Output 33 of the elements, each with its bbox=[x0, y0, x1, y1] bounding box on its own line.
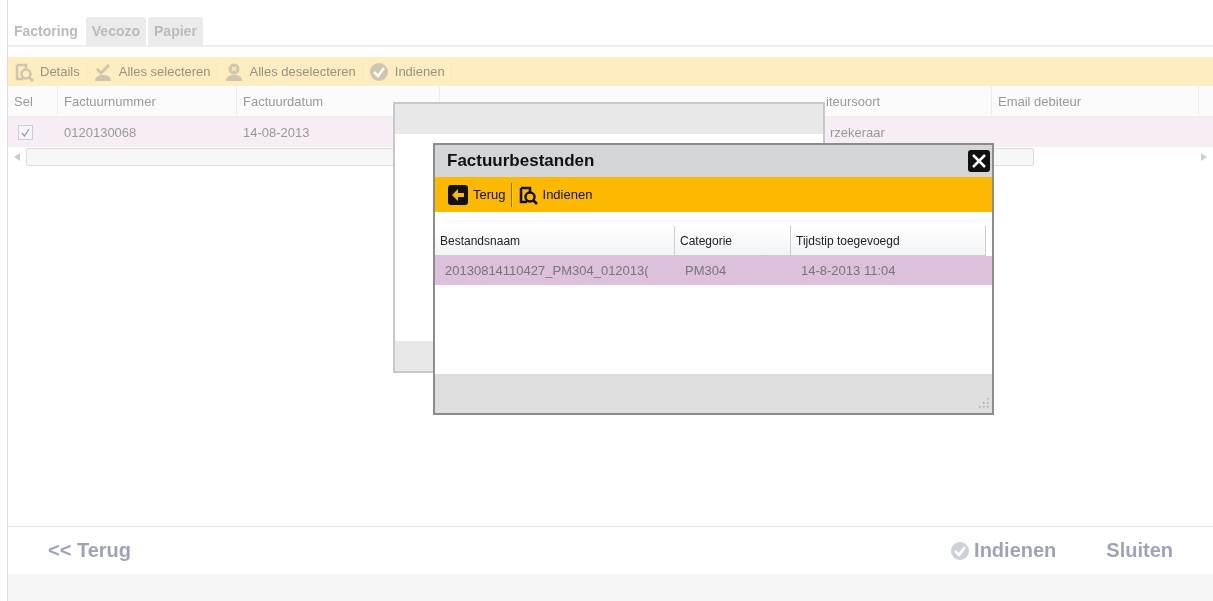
toolbar-button[interactable]: Details bbox=[8, 61, 87, 82]
column-header: Email debiteur bbox=[992, 86, 1199, 116]
magnifier-document-icon bbox=[14, 61, 34, 82]
column-header: Tijdstip toegevoegd bbox=[791, 226, 986, 256]
toolbar-button[interactable]: Indienen bbox=[362, 61, 452, 82]
column-header: Bestandsnaam bbox=[435, 226, 675, 256]
check-icon bbox=[950, 540, 971, 561]
column-header: Sel bbox=[8, 86, 58, 116]
close-button[interactable] bbox=[968, 150, 990, 172]
user-remove-icon bbox=[223, 61, 244, 82]
back-button[interactable]: << Terug bbox=[48, 539, 131, 562]
table-row[interactable]: 20130814110427_PM304_012013( PM304 14-8-2013 11:04 bbox=[435, 256, 992, 285]
table-cell-text: PM304 bbox=[684, 263, 728, 278]
user-check-icon bbox=[92, 61, 113, 82]
scroll-left-icon[interactable] bbox=[14, 153, 20, 161]
column-header: Factuurnummer bbox=[58, 86, 237, 116]
toolbar-button[interactable]: Indienen bbox=[512, 184, 598, 205]
magnifier-document-icon bbox=[517, 184, 538, 205]
dialog-title: Factuurbestanden bbox=[447, 151, 595, 171]
table-cell-text: 14-08-2013 bbox=[242, 124, 311, 140]
table-cell-text: 14-8-2013 11:04 bbox=[800, 263, 897, 278]
checkbox[interactable] bbox=[18, 124, 33, 140]
table-cell-text: 0120130068 bbox=[63, 124, 138, 140]
toolbar-button[interactable]: Alles selecteren bbox=[86, 61, 218, 82]
table-cell-text: rzekeraar bbox=[829, 124, 886, 140]
toolbar-button[interactable]: Terug bbox=[443, 184, 511, 205]
table-cell-text: 20130814110427_PM304_012013( bbox=[444, 263, 650, 278]
column-header: Categorie bbox=[675, 226, 791, 256]
toolbar-button[interactable]: Alles deselecteren bbox=[217, 61, 363, 82]
close-button[interactable]: Sluiten bbox=[1106, 539, 1173, 562]
scroll-right-icon[interactable] bbox=[1201, 153, 1207, 161]
check-icon bbox=[368, 61, 389, 82]
submit-button[interactable]: Indienen bbox=[950, 539, 1057, 562]
